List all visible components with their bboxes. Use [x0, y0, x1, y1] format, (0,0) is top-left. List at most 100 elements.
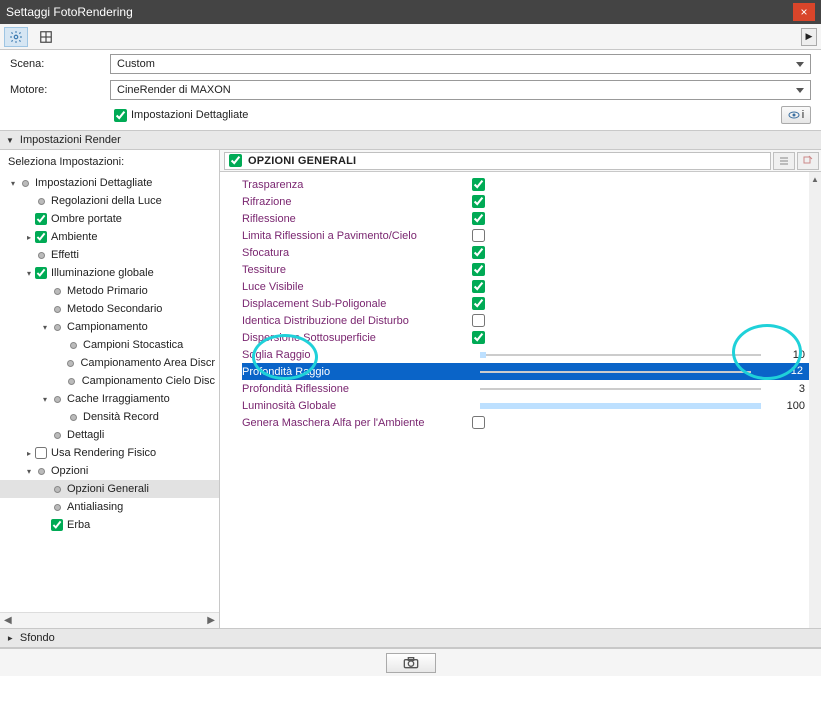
tree-item[interactable]: Campionamento Cielo Disc	[0, 372, 219, 390]
tree-label: Campionamento Cielo Disc	[82, 375, 215, 387]
bullet-icon	[66, 414, 80, 421]
tree-item[interactable]: Densità Record	[0, 408, 219, 426]
property-row[interactable]: Profondità Riflessione3	[242, 380, 809, 397]
tree-hscrollbar[interactable]: ◀ ▶	[0, 612, 219, 628]
tree-item[interactable]: ▸Ambiente	[0, 228, 219, 246]
tree-item[interactable]: ▾Impostazioni Dettagliate	[0, 174, 219, 192]
render-settings-header[interactable]: ▼ Impostazioni Render	[0, 130, 821, 150]
property-checkbox[interactable]	[472, 229, 485, 242]
tree-checkbox[interactable]	[35, 213, 47, 225]
disclosure-triangle[interactable]: ▾	[24, 269, 34, 278]
property-row[interactable]: Profondità Raggio12	[242, 363, 809, 380]
tree-item[interactable]: Regolazioni della Luce	[0, 192, 219, 210]
tree-item[interactable]: ▾ Illuminazione globale	[0, 264, 219, 282]
property-row[interactable]: Limita Riflessioni a Pavimento/Cielo	[242, 227, 809, 244]
property-slider[interactable]	[480, 386, 761, 392]
gear-tab[interactable]	[4, 27, 28, 47]
property-checkbox[interactable]	[472, 331, 485, 344]
property-slider[interactable]	[480, 403, 761, 409]
bullet-icon	[34, 468, 48, 475]
property-row[interactable]: Soglia Raggio10	[242, 346, 809, 363]
property-value[interactable]: 10	[769, 349, 809, 361]
property-value[interactable]: 100	[769, 400, 809, 412]
tree-item[interactable]: Dettagli	[0, 426, 219, 444]
property-row[interactable]: Riflessione	[242, 210, 809, 227]
property-row[interactable]: Identica Distribuzione del Disturbo	[242, 312, 809, 329]
property-checkbox[interactable]	[472, 314, 485, 327]
property-checkbox[interactable]	[472, 263, 485, 276]
tree-item[interactable]: Opzioni Generali	[0, 480, 219, 498]
properties-vscrollbar[interactable]: ▲	[809, 172, 821, 628]
property-value[interactable]: 3	[769, 383, 809, 395]
render-button[interactable]	[386, 653, 436, 673]
tree-item[interactable]: Effetti	[0, 246, 219, 264]
preview-button[interactable]: i	[781, 106, 811, 124]
render-settings-label: Impostazioni Render	[20, 134, 121, 146]
scene-row: Scena: Custom	[0, 50, 821, 76]
property-label: Tessiture	[242, 264, 472, 276]
property-row[interactable]: Rifrazione	[242, 193, 809, 210]
list-mode-button[interactable]	[773, 152, 795, 170]
tree-checkbox[interactable]	[51, 519, 63, 531]
section-enable-checkbox[interactable]	[229, 154, 242, 167]
property-row[interactable]: Dispersione Sottosuperficie	[242, 329, 809, 346]
property-row[interactable]: Genera Maschera Alfa per l'Ambiente	[242, 414, 809, 431]
close-button[interactable]: ×	[793, 3, 815, 21]
detailed-checkbox[interactable]	[114, 109, 127, 122]
toolbar-overflow-button[interactable]: ▶	[801, 28, 817, 46]
disclosure-triangle[interactable]: ▾	[40, 395, 50, 404]
tree-item[interactable]: Campioni Stocastica	[0, 336, 219, 354]
property-slider[interactable]	[480, 369, 751, 375]
tree-item[interactable]: Antialiasing	[0, 498, 219, 516]
scene-select[interactable]: Custom	[110, 54, 811, 74]
scene-value: Custom	[117, 58, 155, 70]
tree-item[interactable]: ▾Cache Irraggiamento	[0, 390, 219, 408]
disclosure-triangle[interactable]: ▾	[24, 467, 34, 476]
engine-select[interactable]: CineRender di MAXON	[110, 80, 811, 100]
tree-item[interactable]: Metodo Secondario	[0, 300, 219, 318]
background-header[interactable]: ▼ Sfondo	[0, 628, 821, 648]
property-label: Displacement Sub-Poligonale	[242, 298, 472, 310]
property-row[interactable]: Displacement Sub-Poligonale	[242, 295, 809, 312]
property-checkbox[interactable]	[472, 195, 485, 208]
property-slider[interactable]	[480, 352, 761, 358]
chevron-down-icon: ▼	[6, 136, 14, 145]
tree-label: Usa Rendering Fisico	[51, 447, 156, 459]
property-row[interactable]: Trasparenza	[242, 176, 809, 193]
property-row[interactable]: Tessiture	[242, 261, 809, 278]
edit-mode-button[interactable]	[797, 152, 819, 170]
tree-item[interactable]: Erba	[0, 516, 219, 534]
property-value[interactable]: 12	[759, 363, 809, 380]
tree-item[interactable]: ▾Campionamento	[0, 318, 219, 336]
disclosure-triangle[interactable]: ▾	[40, 323, 50, 332]
tree-label: Campionamento Area Discr	[80, 357, 215, 369]
property-checkbox[interactable]	[472, 280, 485, 293]
property-checkbox[interactable]	[472, 212, 485, 225]
grid-tab[interactable]	[34, 27, 58, 47]
tree-label: Illuminazione globale	[51, 267, 154, 279]
property-checkbox[interactable]	[472, 246, 485, 259]
property-checkbox[interactable]	[472, 416, 485, 429]
tree-item[interactable]: ▾Opzioni	[0, 462, 219, 480]
property-row[interactable]: Luminosità Globale100	[242, 397, 809, 414]
tree-checkbox[interactable]	[35, 267, 47, 279]
disclosure-triangle[interactable]: ▸	[24, 449, 34, 458]
property-checkbox[interactable]	[472, 297, 485, 310]
footer	[0, 648, 821, 676]
property-label: Riflessione	[242, 213, 472, 225]
disclosure-triangle[interactable]: ▸	[24, 233, 34, 242]
property-checkbox[interactable]	[472, 178, 485, 191]
disclosure-triangle[interactable]: ▾	[8, 179, 18, 188]
tree-item[interactable]: Metodo Primario	[0, 282, 219, 300]
list-icon	[778, 155, 790, 167]
tree-item[interactable]: ▸ Usa Rendering Fisico	[0, 444, 219, 462]
bullet-icon	[50, 324, 64, 331]
tree-item[interactable]: Campionamento Area Discr	[0, 354, 219, 372]
property-row[interactable]: Sfocatura	[242, 244, 809, 261]
settings-tree[interactable]: ▾Impostazioni DettagliateRegolazioni del…	[0, 172, 219, 612]
tree-checkbox[interactable]	[35, 447, 47, 459]
bullet-icon	[50, 306, 64, 313]
tree-checkbox[interactable]	[35, 231, 47, 243]
property-row[interactable]: Luce Visibile	[242, 278, 809, 295]
tree-item[interactable]: Ombre portate	[0, 210, 219, 228]
